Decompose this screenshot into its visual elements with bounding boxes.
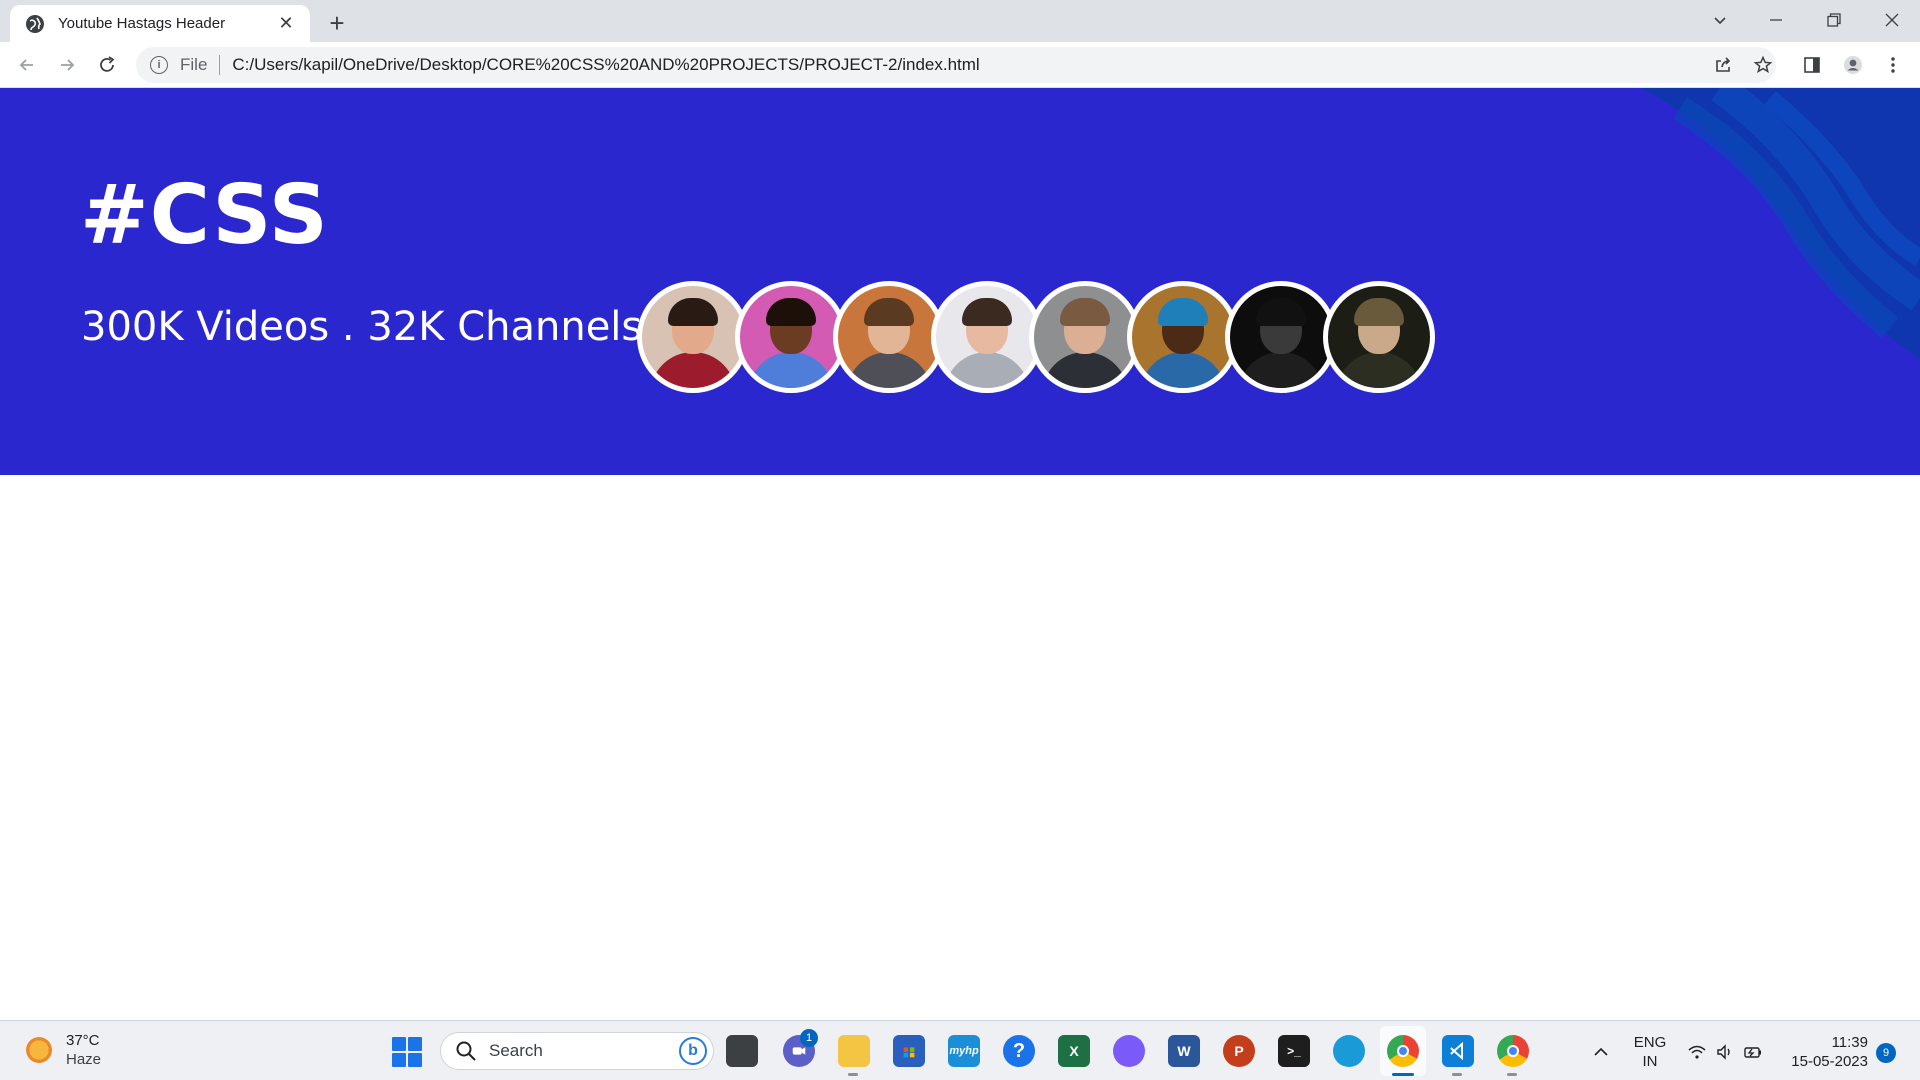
avatar[interactable] xyxy=(637,281,749,393)
avatar[interactable] xyxy=(1225,281,1337,393)
myhp-icon[interactable]: myhp xyxy=(948,1035,980,1067)
address-url[interactable]: C:/Users/kapil/OneDrive/Desktop/CORE%20C… xyxy=(232,55,979,75)
share-icon[interactable] xyxy=(1708,50,1738,80)
avatar-hair xyxy=(864,298,914,326)
wifi-icon[interactable] xyxy=(1686,1041,1708,1063)
browser-tab-strip: Youtube Hastags Header ✕ + xyxy=(0,0,1920,42)
address-separator xyxy=(219,55,221,75)
region-code: IN xyxy=(1642,1053,1658,1070)
avatar-hair xyxy=(1354,298,1404,326)
back-button[interactable] xyxy=(10,48,44,82)
hashtag-title: #CSS xyxy=(80,168,329,263)
forward-button[interactable] xyxy=(50,48,84,82)
notification-count-badge[interactable]: 9 xyxy=(1876,1043,1896,1063)
avatar-body xyxy=(1336,352,1422,388)
avatar[interactable] xyxy=(1127,281,1239,393)
avatar[interactable] xyxy=(931,281,1043,393)
search-icon xyxy=(456,1041,476,1061)
terminal-icon[interactable]: >_ xyxy=(1278,1035,1310,1067)
vscode-icon[interactable] xyxy=(1442,1035,1474,1067)
address-scheme: File xyxy=(180,55,208,74)
word-icon[interactable]: W xyxy=(1168,1035,1200,1067)
microsoft-store-icon[interactable] xyxy=(893,1035,925,1067)
restore-icon[interactable] xyxy=(1806,0,1862,40)
edge-icon[interactable] xyxy=(1333,1035,1365,1067)
powerpoint-icon[interactable]: P xyxy=(1223,1035,1255,1067)
hashtag-header: #CSS 300K Videos . 32K Channels xyxy=(0,88,1920,475)
excel-icon[interactable]: X xyxy=(1058,1035,1090,1067)
file-explorer-icon[interactable] xyxy=(838,1035,870,1067)
avatar-body xyxy=(846,352,932,388)
bookmark-star-icon[interactable] xyxy=(1748,50,1778,80)
battery-charging-icon[interactable] xyxy=(1742,1041,1764,1063)
clock-time: 11:39 xyxy=(1831,1034,1868,1051)
avatar-body xyxy=(944,352,1030,388)
site-info-icon[interactable]: i xyxy=(150,56,168,74)
get-help-icon[interactable]: ? xyxy=(1003,1035,1035,1067)
weather-condition: Haze xyxy=(66,1051,102,1068)
clock[interactable]: 11:39 15-05-2023 xyxy=(1782,1033,1868,1071)
volume-icon[interactable] xyxy=(1714,1041,1736,1063)
avatar-hair xyxy=(1060,298,1110,326)
avatar-body xyxy=(748,352,834,388)
weather-widget[interactable]: 37°C Haze xyxy=(24,1031,101,1069)
avatar[interactable] xyxy=(735,281,847,393)
avatar[interactable] xyxy=(1029,281,1141,393)
chrome-profile-icon[interactable] xyxy=(1497,1035,1529,1067)
minimize-icon[interactable] xyxy=(1748,0,1804,40)
input-language[interactable]: ENG IN xyxy=(1628,1033,1672,1071)
browser-tab[interactable]: Youtube Hastags Header ✕ xyxy=(10,5,310,42)
hashtag-stats: 300K Videos . 32K Channels xyxy=(81,304,643,350)
chrome-profile-running-indicator xyxy=(1507,1073,1517,1076)
avatar-body xyxy=(1042,352,1128,388)
reload-button[interactable] xyxy=(90,48,124,82)
brush-stroke-decoration xyxy=(1640,88,1920,358)
tab-search-icon[interactable] xyxy=(1692,0,1748,40)
taskbar-search[interactable]: Search b xyxy=(440,1032,714,1070)
globe-icon xyxy=(26,14,44,33)
close-tab-icon[interactable]: ✕ xyxy=(274,12,298,36)
avatar-body xyxy=(1140,352,1226,388)
windows-taskbar: 37°C Haze Search b 1 myhp ? X W P >_ ENG xyxy=(0,1020,1920,1080)
avatar-hair xyxy=(962,298,1012,326)
chrome-icon[interactable] xyxy=(1387,1035,1419,1067)
avatar[interactable] xyxy=(833,281,945,393)
language-code: ENG xyxy=(1633,1034,1667,1051)
avatar-hair xyxy=(766,298,816,326)
weather-temperature: 37°C xyxy=(66,1032,100,1049)
avatar[interactable] xyxy=(1323,281,1435,393)
address-bar[interactable]: i File C:/Users/kapil/OneDrive/Desktop/C… xyxy=(136,47,1776,83)
avatar-body xyxy=(1238,352,1324,388)
bing-icon[interactable]: b xyxy=(679,1037,707,1065)
browser-toolbar: i File C:/Users/kapil/OneDrive/Desktop/C… xyxy=(0,42,1920,88)
new-tab-button[interactable]: + xyxy=(322,8,352,38)
vscode-running-indicator xyxy=(1452,1073,1462,1076)
file-explorer-running-indicator xyxy=(848,1073,858,1076)
avatar-hair xyxy=(1256,298,1306,326)
clock-date: 15-05-2023 xyxy=(1791,1053,1868,1070)
task-view-icon[interactable] xyxy=(726,1035,758,1067)
search-placeholder: Search xyxy=(489,1041,543,1060)
avatar-hair xyxy=(668,298,718,326)
tab-title: Youtube Hastags Header xyxy=(58,15,226,32)
chrome-active-indicator xyxy=(1392,1073,1414,1076)
teams-badge: 1 xyxy=(800,1029,818,1047)
menu-kebab-icon[interactable] xyxy=(1878,50,1908,80)
channel-avatars xyxy=(637,281,1435,393)
windows-start-icon[interactable] xyxy=(392,1037,422,1067)
weather-haze-icon xyxy=(24,1035,54,1065)
profile-icon[interactable] xyxy=(1838,50,1868,80)
avatar-hair xyxy=(1158,298,1208,326)
copilot-icon[interactable] xyxy=(1113,1035,1145,1067)
show-hidden-icons-chevron-icon[interactable] xyxy=(1590,1041,1612,1063)
avatar-body xyxy=(650,352,736,388)
close-window-icon[interactable] xyxy=(1864,0,1920,40)
side-panel-icon[interactable] xyxy=(1797,50,1827,80)
